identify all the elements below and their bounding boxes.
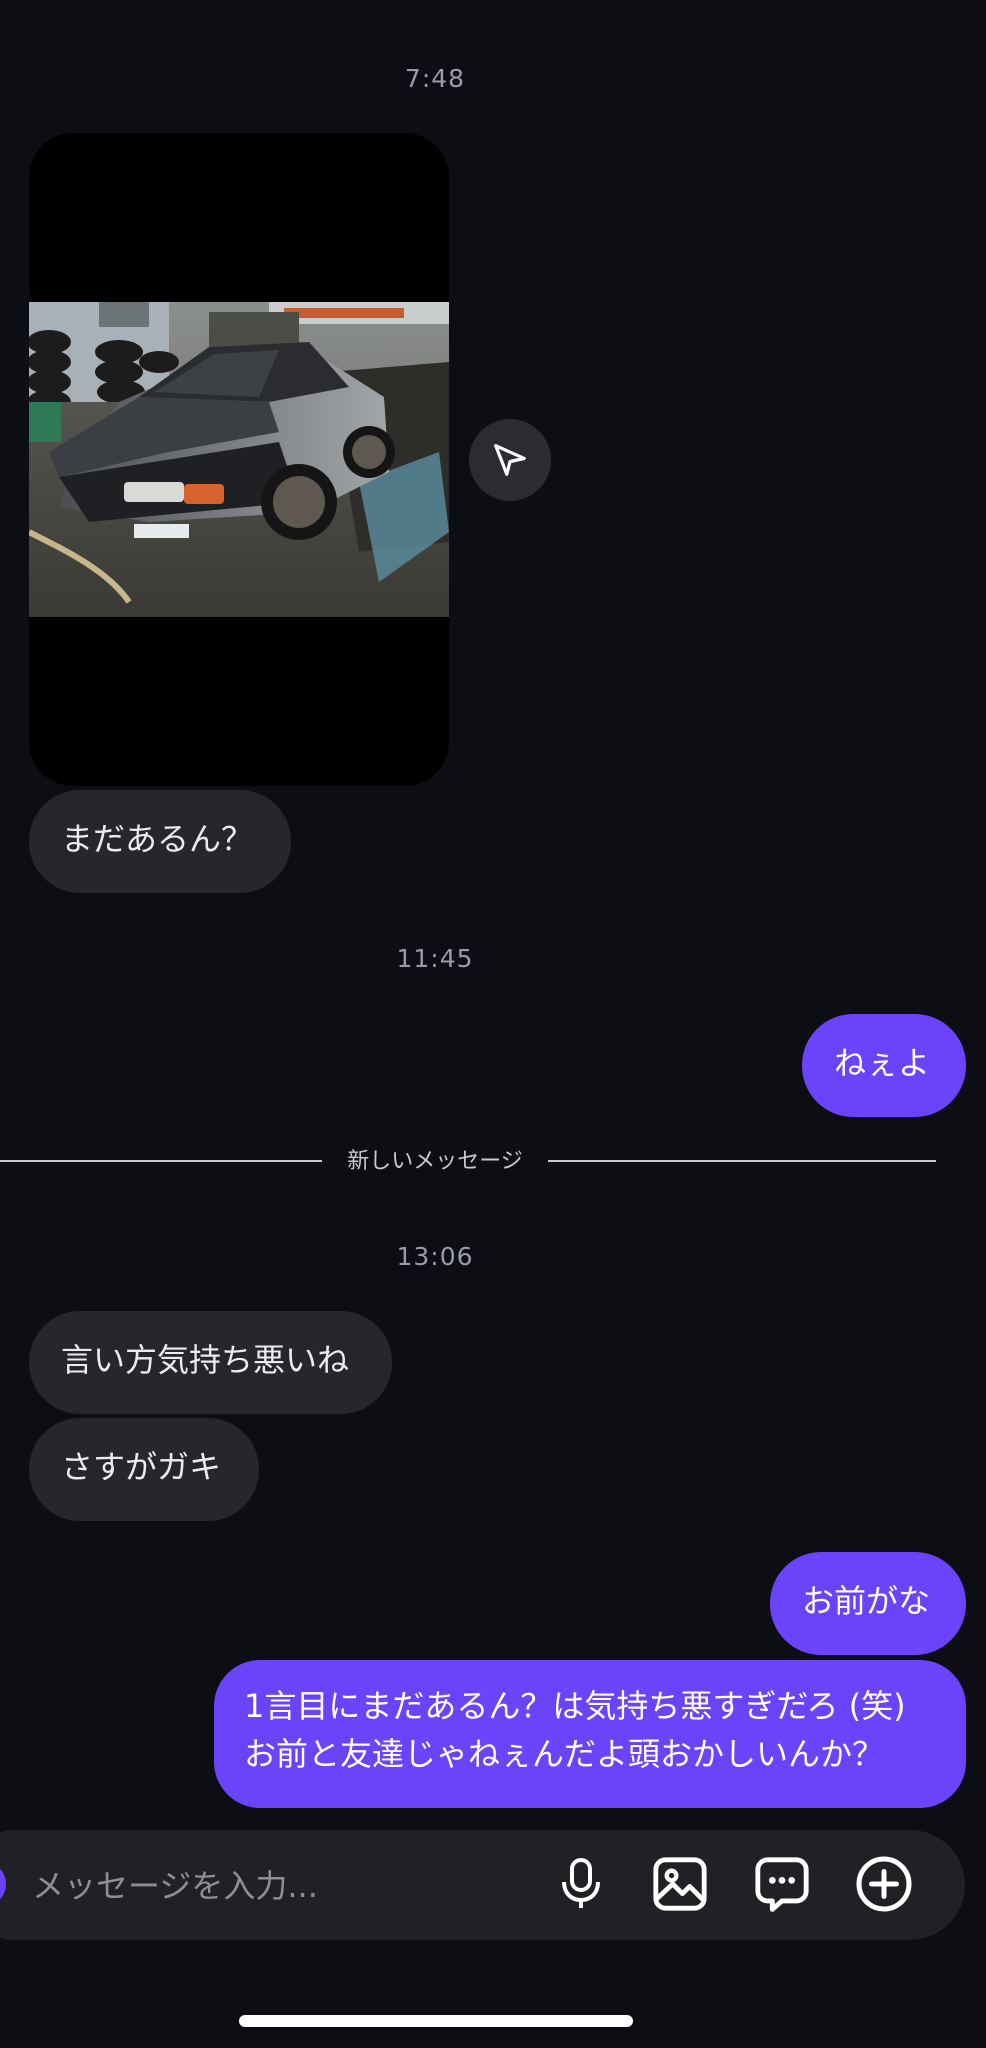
message-outgoing[interactable]: お前がな: [770, 1552, 966, 1655]
car-photo: [29, 302, 449, 617]
home-indicator[interactable]: [239, 2015, 633, 2027]
mic-button[interactable]: [549, 1852, 613, 1916]
image-icon: [653, 1857, 707, 1911]
message-line: お前と友達じゃねぇんだよ頭おかしいんか？: [244, 1735, 885, 1773]
message-outgoing[interactable]: ねぇよ: [802, 1014, 966, 1117]
more-button[interactable]: [852, 1852, 916, 1916]
image-button[interactable]: [648, 1852, 712, 1916]
timestamp: 13:06: [396, 1242, 474, 1271]
chat-bubble-icon: [755, 1857, 809, 1912]
plus-circle-icon: [856, 1856, 912, 1912]
new-messages-divider: 新しいメッセージ: [347, 1149, 523, 1174]
divider-line-right: [548, 1160, 936, 1162]
timestamp: 7:48: [404, 64, 466, 93]
message-outgoing[interactable]: 1言目にまだあるん？は気持ち悪すぎだろ (笑) お前と友達じゃねぇんだよ頭おかし…: [214, 1660, 966, 1808]
divider-line-left: [0, 1160, 322, 1162]
message-incoming[interactable]: さすがガキ: [29, 1418, 259, 1521]
share-button[interactable]: [469, 419, 551, 501]
message-line: 1言目にまだあるん？は気持ち悪すぎだろ (笑): [244, 1687, 906, 1725]
photo-message[interactable]: [29, 133, 449, 786]
message-input[interactable]: [30, 1853, 534, 1919]
send-icon: [494, 444, 526, 476]
chat-button[interactable]: [750, 1852, 814, 1916]
timestamp: 11:45: [396, 944, 474, 973]
microphone-icon: [562, 1858, 600, 1908]
message-incoming[interactable]: 言い方気持ち悪いね: [29, 1311, 392, 1414]
message-incoming[interactable]: まだあるん？: [29, 790, 291, 893]
